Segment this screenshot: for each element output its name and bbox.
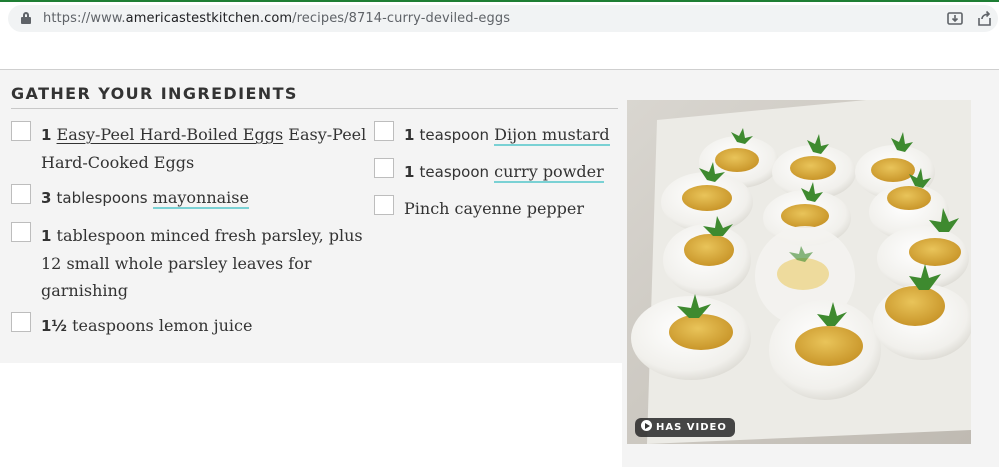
ingredient-link[interactable]: Easy-Peel Hard-Boiled Eggs xyxy=(57,125,284,144)
ingredient-qty: 1 xyxy=(404,126,415,144)
page-load-indicator xyxy=(0,0,999,2)
share-icon[interactable] xyxy=(976,10,994,28)
ingredient-qty: 1 xyxy=(41,126,52,144)
ingredient-checkbox[interactable] xyxy=(374,195,394,215)
ingredient-text: Pinch cayenne pepper xyxy=(404,199,585,218)
ingredient-checkbox[interactable] xyxy=(11,312,31,332)
ingredient-checkbox[interactable] xyxy=(11,121,31,141)
recipe-photo[interactable] xyxy=(627,100,971,444)
url-host: americastestkitchen.com xyxy=(125,11,293,26)
ingredient-checkbox[interactable] xyxy=(374,121,394,141)
address-bar[interactable]: https://www.americastestkitchen.com/reci… xyxy=(8,5,998,32)
url-path: /recipes/8714-curry-deviled-eggs xyxy=(292,11,511,26)
ingredient-unit: teaspoon xyxy=(419,163,490,181)
ingredient-text: 12 small whole parsley leaves for xyxy=(41,254,312,273)
ingredient-qty: 3 xyxy=(41,189,52,207)
ingredient-text: tablespoon minced fresh parsley, plus xyxy=(56,226,363,245)
ingredient-link[interactable]: mayonnaise xyxy=(152,188,249,209)
ingredient-checkbox[interactable] xyxy=(11,222,31,242)
has-video-badge[interactable]: HAS VIDEO xyxy=(635,418,735,437)
ingredient-text: Easy-Peel xyxy=(283,125,367,144)
ingredient-qty: 1 xyxy=(41,227,52,245)
ingredient-unit: tablespoons xyxy=(56,189,148,207)
ingredient-text: garnishing xyxy=(41,281,129,300)
url-text[interactable]: https://www.americastestkitchen.com/reci… xyxy=(43,11,510,26)
ingredient-checkbox[interactable] xyxy=(374,158,394,178)
ingredient-link[interactable]: Dijon mustard xyxy=(494,125,610,146)
has-video-label: HAS VIDEO xyxy=(656,422,727,433)
play-icon xyxy=(641,420,652,431)
ingredient-link[interactable]: curry powder xyxy=(494,162,604,183)
ingredient-text: teaspoons lemon juice xyxy=(72,316,253,335)
ingredients-heading: GATHER YOUR INGREDIENTS xyxy=(11,84,298,103)
ingredient-checkbox[interactable] xyxy=(11,184,31,204)
lock-icon[interactable] xyxy=(21,12,31,24)
ingredient-qty: 1½ xyxy=(41,317,67,335)
url-scheme: https://www. xyxy=(43,11,126,26)
install-app-icon[interactable] xyxy=(946,10,964,28)
deviled-eggs-image xyxy=(627,100,971,444)
ingredient-qty: 1 xyxy=(404,163,415,181)
ingredient-text: Hard-Cooked Eggs xyxy=(41,153,195,172)
ingredient-unit: teaspoon xyxy=(419,126,490,144)
heading-rule xyxy=(11,108,618,109)
